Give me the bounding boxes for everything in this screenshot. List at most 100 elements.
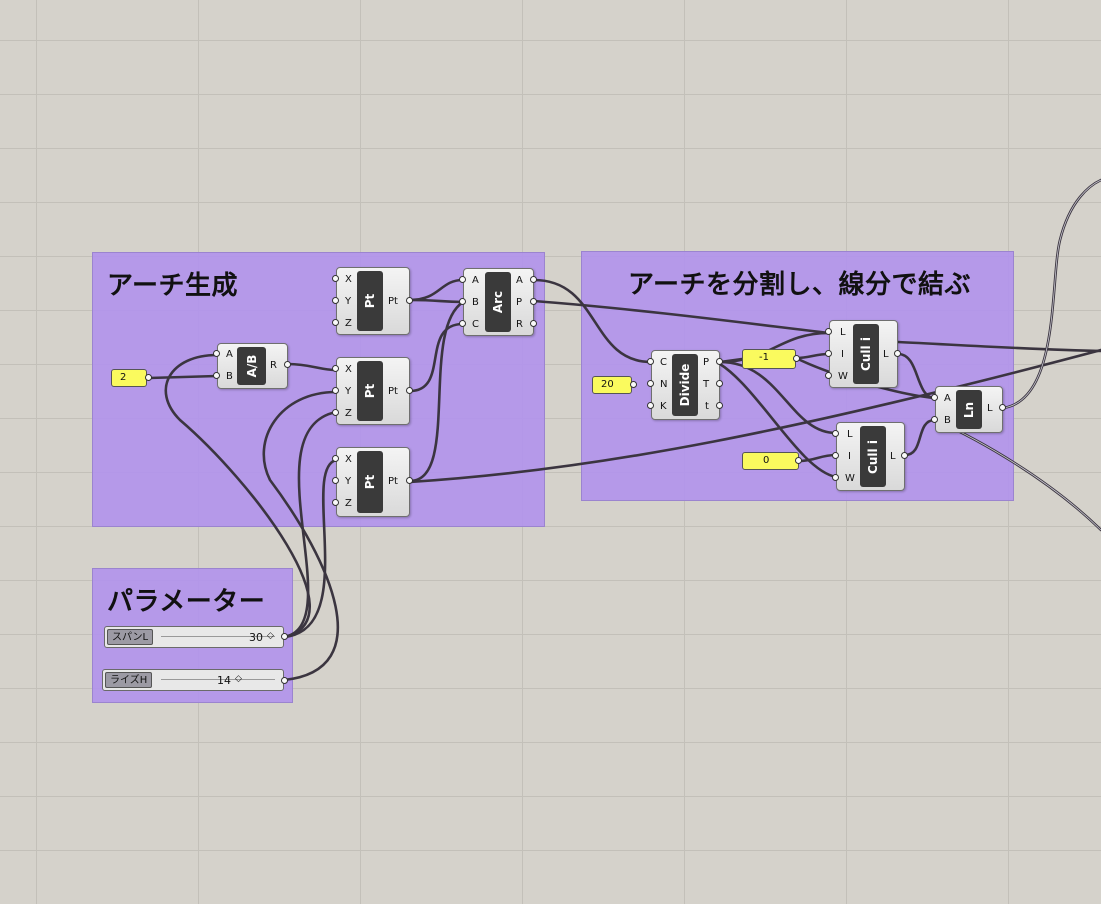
- cull-1-input-l[interactable]: L: [840, 327, 846, 339]
- point-3-input-x-grip[interactable]: [332, 455, 339, 462]
- division-input-b[interactable]: B: [226, 371, 233, 383]
- point-3-input-y[interactable]: Y: [345, 476, 351, 488]
- cull-2-output-l[interactable]: L: [890, 451, 896, 463]
- division-output-r-grip[interactable]: [284, 361, 291, 368]
- arc-output-p[interactable]: P: [516, 297, 522, 309]
- point-2-input-x-grip[interactable]: [332, 365, 339, 372]
- point-2-output-pt[interactable]: Pt: [388, 386, 398, 398]
- cull-2-input-w[interactable]: W: [845, 473, 855, 485]
- point-3-core[interactable]: Pt: [357, 451, 383, 513]
- cull-1-core[interactable]: Cull i: [853, 324, 879, 384]
- arc-input-a[interactable]: A: [472, 275, 479, 287]
- point-2-output-pt-grip[interactable]: [406, 387, 413, 394]
- component-cull-index-1[interactable]: L I W Cull i L: [829, 320, 898, 388]
- slider-span[interactable]: スパンL 30 ◇: [104, 626, 284, 648]
- arc-input-a-grip[interactable]: [459, 276, 466, 283]
- divide-input-n-grip[interactable]: [647, 380, 654, 387]
- divide-output-t-grip[interactable]: [716, 380, 723, 387]
- arc-output-r[interactable]: R: [516, 319, 523, 331]
- slider-rise[interactable]: ライズH 14 ◇: [102, 669, 284, 691]
- arc-core[interactable]: Arc: [485, 272, 511, 332]
- divide-output-t[interactable]: T: [703, 379, 709, 391]
- point-3-output-pt-grip[interactable]: [406, 477, 413, 484]
- point-3-input-z[interactable]: Z: [345, 498, 352, 510]
- line-input-a-grip[interactable]: [931, 394, 938, 401]
- division-input-b-grip[interactable]: [213, 372, 220, 379]
- cull-1-input-i[interactable]: I: [841, 349, 844, 361]
- line-input-a[interactable]: A: [944, 393, 951, 405]
- component-division[interactable]: A B A/B R: [217, 343, 288, 389]
- slider-rise-output-grip[interactable]: [281, 677, 288, 684]
- point-1-input-x-grip[interactable]: [332, 275, 339, 282]
- component-point-2[interactable]: X Y Z Pt Pt: [336, 357, 410, 425]
- point-2-input-z[interactable]: Z: [345, 408, 352, 420]
- point-2-input-y[interactable]: Y: [345, 386, 351, 398]
- divide-input-c[interactable]: C: [660, 357, 667, 369]
- point-1-core[interactable]: Pt: [357, 271, 383, 331]
- point-1-input-x[interactable]: X: [345, 274, 352, 286]
- point-3-input-x[interactable]: X: [345, 454, 352, 466]
- divide-input-c-grip[interactable]: [647, 358, 654, 365]
- line-core[interactable]: Ln: [956, 390, 982, 429]
- panel-two[interactable]: 2: [111, 369, 147, 387]
- component-line[interactable]: A B Ln L: [935, 386, 1003, 433]
- point-1-output-pt[interactable]: Pt: [388, 296, 398, 308]
- divide-core[interactable]: Divide: [672, 354, 698, 416]
- cull-1-output-l-grip[interactable]: [894, 350, 901, 357]
- arc-input-b[interactable]: B: [472, 297, 479, 309]
- point-2-input-z-grip[interactable]: [332, 409, 339, 416]
- cull-1-input-i-grip[interactable]: [825, 350, 832, 357]
- cull-2-output-l-grip[interactable]: [901, 452, 908, 459]
- arc-input-c-grip[interactable]: [459, 320, 466, 327]
- point-1-input-y[interactable]: Y: [345, 296, 351, 308]
- component-divide-curve[interactable]: C N K Divide P T t: [651, 350, 720, 420]
- cull-1-input-w[interactable]: W: [838, 371, 848, 383]
- divide-input-k[interactable]: K: [660, 401, 667, 413]
- panel-two-output-grip[interactable]: [145, 374, 152, 381]
- slider-span-knob-icon[interactable]: ◇: [267, 631, 274, 641]
- point-1-input-z[interactable]: Z: [345, 318, 352, 330]
- divide-output-t-param[interactable]: t: [705, 401, 709, 413]
- panel-zero[interactable]: 0: [742, 452, 799, 470]
- cull-1-output-l[interactable]: L: [883, 349, 889, 361]
- arc-output-p-grip[interactable]: [530, 298, 537, 305]
- panel-neg-one[interactable]: -1: [742, 349, 796, 369]
- slider-span-output-grip[interactable]: [281, 633, 288, 640]
- line-output-l[interactable]: L: [987, 403, 993, 415]
- component-point-3[interactable]: X Y Z Pt Pt: [336, 447, 410, 517]
- divide-output-t-param-grip[interactable]: [716, 402, 723, 409]
- division-input-a[interactable]: A: [226, 349, 233, 361]
- line-input-b[interactable]: B: [944, 415, 951, 427]
- divide-output-p-grip[interactable]: [716, 358, 723, 365]
- point-1-output-pt-grip[interactable]: [406, 297, 413, 304]
- cull-1-input-l-grip[interactable]: [825, 328, 832, 335]
- arc-output-a-grip[interactable]: [530, 276, 537, 283]
- point-1-input-z-grip[interactable]: [332, 319, 339, 326]
- point-1-input-y-grip[interactable]: [332, 297, 339, 304]
- panel-twenty-output-grip[interactable]: [630, 381, 637, 388]
- line-input-b-grip[interactable]: [931, 416, 938, 423]
- point-2-input-y-grip[interactable]: [332, 387, 339, 394]
- panel-zero-output-grip[interactable]: [795, 457, 802, 464]
- arc-input-b-grip[interactable]: [459, 298, 466, 305]
- point-3-input-y-grip[interactable]: [332, 477, 339, 484]
- point-3-output-pt[interactable]: Pt: [388, 476, 398, 488]
- divide-input-n[interactable]: N: [660, 379, 667, 391]
- arc-output-a[interactable]: A: [516, 275, 523, 287]
- panel-neg-one-output-grip[interactable]: [793, 355, 800, 362]
- cull-2-input-i-grip[interactable]: [832, 452, 839, 459]
- division-input-a-grip[interactable]: [213, 350, 220, 357]
- division-output-r[interactable]: R: [270, 360, 277, 372]
- cull-2-core[interactable]: Cull i: [860, 426, 886, 487]
- component-point-1[interactable]: X Y Z Pt Pt: [336, 267, 410, 335]
- point-2-input-x[interactable]: X: [345, 364, 352, 376]
- component-cull-index-2[interactable]: L I W Cull i L: [836, 422, 905, 491]
- cull-1-input-w-grip[interactable]: [825, 372, 832, 379]
- panel-twenty[interactable]: 20: [592, 376, 632, 394]
- divide-output-p[interactable]: P: [703, 357, 709, 369]
- cull-2-input-l[interactable]: L: [847, 429, 853, 441]
- divide-input-k-grip[interactable]: [647, 402, 654, 409]
- arc-input-c[interactable]: C: [472, 319, 479, 331]
- component-arc[interactable]: A B C Arc A P R: [463, 268, 534, 336]
- slider-rise-knob-icon[interactable]: ◇: [235, 674, 242, 684]
